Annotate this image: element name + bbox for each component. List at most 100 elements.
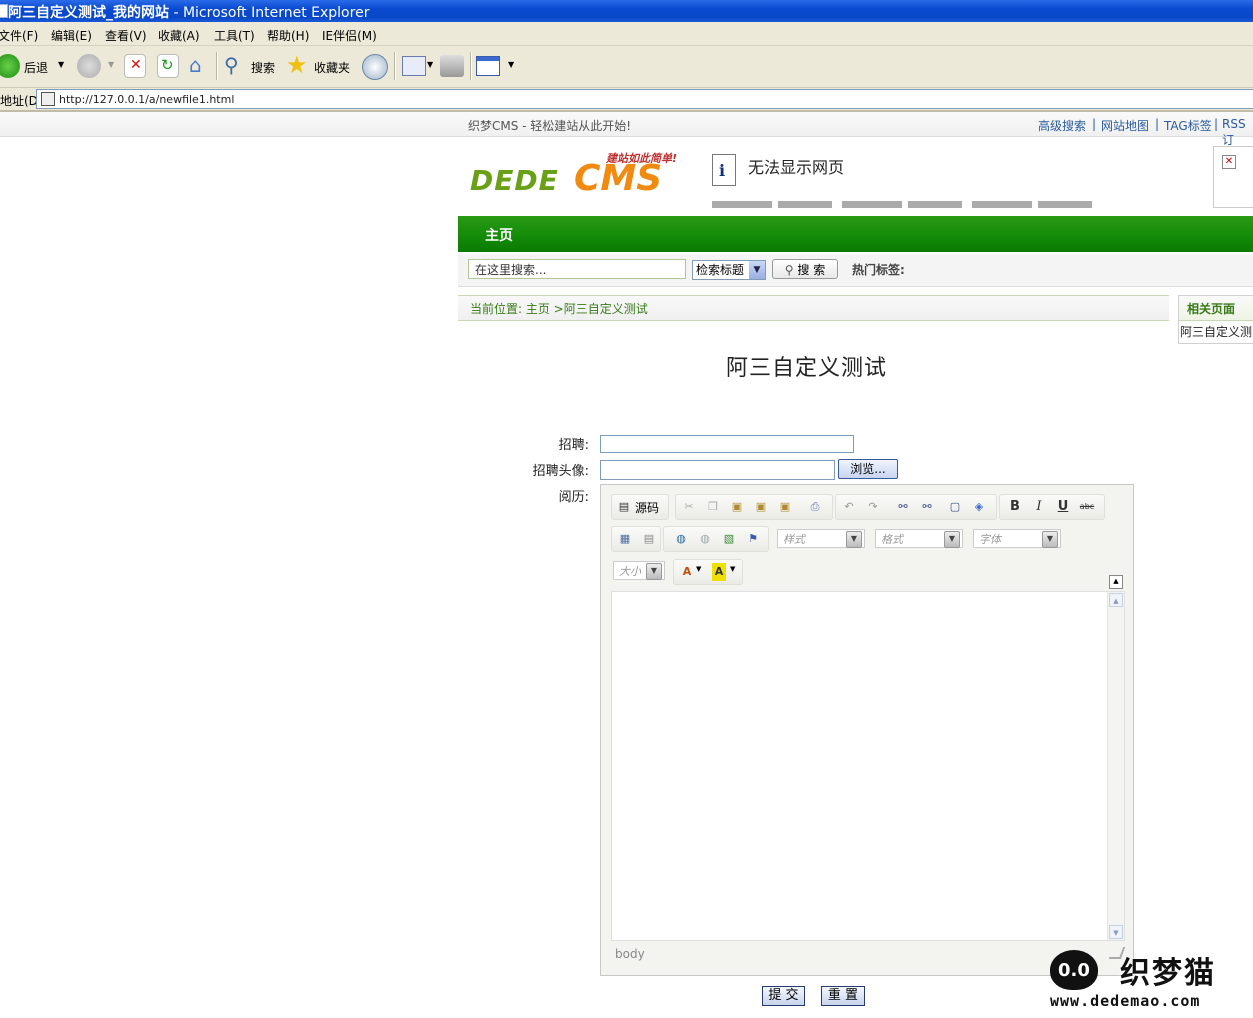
strikethrough-icon[interactable]: abc bbox=[1078, 498, 1096, 516]
mail-icon[interactable] bbox=[402, 56, 426, 76]
format-combo[interactable]: 格式 ▼ bbox=[875, 529, 963, 548]
menu-view[interactable]: 查看(V) bbox=[105, 27, 147, 44]
size-combo[interactable]: 大小 ▼ bbox=[613, 561, 665, 580]
breadcrumb-text[interactable]: 当前位置: 主页 >阿三自定义测试 bbox=[470, 300, 648, 317]
paste-icon[interactable]: ▣ bbox=[728, 498, 746, 516]
copy-icon[interactable]: ❐ bbox=[704, 498, 722, 516]
find-icon[interactable]: ⚯ bbox=[894, 498, 912, 516]
logo-dede-text: DEDE bbox=[470, 164, 559, 197]
favorites-button-label[interactable]: 收藏夹 bbox=[314, 59, 350, 76]
banner-error-frame: i 无法显示网页 bbox=[708, 150, 1108, 208]
history-icon[interactable] bbox=[362, 54, 388, 80]
redo-icon[interactable]: ↷ bbox=[864, 498, 882, 516]
font-combo[interactable]: 字体 ▼ bbox=[973, 529, 1061, 548]
advanced-search-link[interactable]: 高级搜索 bbox=[1038, 117, 1086, 134]
refresh-icon[interactable]: ↻ bbox=[157, 54, 179, 78]
reset-button[interactable]: 重 置 bbox=[821, 986, 865, 1006]
cut-off-text bbox=[712, 201, 1102, 208]
toolbar-separator bbox=[216, 52, 218, 80]
edit-page-icon[interactable] bbox=[476, 56, 500, 76]
editor-style-group: B I U abc bbox=[999, 494, 1105, 520]
print-icon[interactable] bbox=[440, 55, 464, 77]
home-icon[interactable]: ⌂ bbox=[187, 53, 211, 78]
editor-color-group: A ▼ A ▼ bbox=[673, 559, 743, 585]
mail-dropdown-icon[interactable]: ▼ bbox=[427, 60, 433, 69]
table-icon[interactable]: ▦ bbox=[616, 530, 634, 548]
tag-link[interactable]: TAG标签 bbox=[1164, 117, 1212, 134]
link-icon[interactable]: ◍ bbox=[672, 530, 690, 548]
nav-home[interactable]: 主页 bbox=[485, 225, 513, 245]
scroll-down-icon[interactable]: ▼ bbox=[1109, 925, 1123, 939]
style-combo[interactable]: 样式 ▼ bbox=[777, 529, 865, 548]
chevron-down-icon[interactable]: ▼ bbox=[846, 531, 862, 548]
field-avatar-file-input[interactable] bbox=[600, 460, 835, 480]
unlink-icon[interactable]: ◍ bbox=[696, 530, 714, 548]
source-button-label[interactable]: 源码 bbox=[635, 499, 659, 516]
bg-color-dropdown-icon[interactable]: ▼ bbox=[730, 565, 735, 573]
menu-favorites[interactable]: 收藏(A) bbox=[158, 27, 200, 44]
site-logo[interactable]: 建站如此简单! DEDE CMS bbox=[470, 150, 685, 202]
back-button-label[interactable]: 后退 bbox=[24, 59, 48, 76]
address-url[interactable]: http://127.0.0.1/a/newfile1.html bbox=[59, 93, 234, 106]
cut-icon[interactable]: ✂ bbox=[680, 498, 698, 516]
text-color-dropdown-icon[interactable]: ▼ bbox=[696, 565, 701, 573]
address-field[interactable]: http://127.0.0.1/a/newfile1.html bbox=[36, 89, 1253, 109]
select-all-icon[interactable]: ▢ bbox=[946, 498, 964, 516]
menu-ie-companion[interactable]: IE伴侣(M) bbox=[322, 27, 377, 44]
search-icon[interactable]: ⚲ bbox=[224, 53, 246, 77]
related-page-link[interactable]: 阿三自定义测 bbox=[1180, 323, 1252, 340]
site-top-strip: 织梦CMS - 轻松建站从此开始! 高级搜索 | 网站地图 | TAG标签 | … bbox=[0, 112, 1253, 147]
menu-edit[interactable]: 编辑(E) bbox=[51, 27, 92, 44]
search-type-select[interactable]: 检索标题 ▼ bbox=[692, 260, 766, 280]
editor-edit-group: ↶ ↷ ⚯ ⚯ ▢ ◈ bbox=[835, 494, 997, 520]
favorites-star-icon[interactable]: ★ bbox=[286, 51, 310, 79]
dedemao-watermark: 0.0 织梦猫 www.dedemao.com bbox=[1044, 944, 1253, 1018]
paste-word-icon[interactable]: ▣ bbox=[776, 498, 794, 516]
text-color-icon[interactable]: A bbox=[678, 563, 696, 581]
search-button-label[interactable]: 搜索 bbox=[251, 59, 275, 76]
source-icon[interactable]: ▤ bbox=[615, 498, 633, 516]
chevron-down-icon[interactable]: ▼ bbox=[1042, 531, 1058, 548]
sitemap-link[interactable]: 网站地图 bbox=[1101, 117, 1149, 134]
italic-icon[interactable]: I bbox=[1030, 498, 1048, 516]
submit-button[interactable]: 提 交 bbox=[762, 986, 805, 1006]
stop-icon[interactable]: ✕ bbox=[124, 54, 146, 78]
forward-dropdown-icon[interactable]: ▼ bbox=[108, 60, 114, 69]
menu-file[interactable]: 文件(F) bbox=[0, 27, 38, 44]
site-search-button[interactable]: ⚲ 搜 索 bbox=[772, 259, 838, 279]
collapse-toolbar-icon[interactable]: ▲ bbox=[1109, 575, 1123, 589]
chevron-down-icon[interactable]: ▼ bbox=[646, 563, 662, 580]
menu-help[interactable]: 帮助(H) bbox=[267, 27, 309, 44]
remove-format-icon[interactable]: ◈ bbox=[970, 498, 988, 516]
print-icon[interactable]: ⎙ bbox=[806, 498, 824, 516]
watermark-name: 织梦猫 bbox=[1120, 956, 1216, 991]
back-arrow-icon[interactable] bbox=[0, 54, 20, 78]
related-pages-box: 相关页面 阿三自定义测 bbox=[1178, 295, 1253, 344]
chevron-down-icon[interactable]: ▼ bbox=[944, 531, 960, 548]
underline-icon[interactable]: U bbox=[1054, 498, 1072, 516]
rss-link[interactable]: RSS订 bbox=[1222, 117, 1253, 148]
editor-clipboard-group: ✂ ❐ ▣ ▣ ▣ ⎙ bbox=[675, 494, 833, 520]
search-icon: ⚲ bbox=[784, 263, 794, 277]
anchor-flag-icon[interactable]: ⚑ bbox=[744, 530, 762, 548]
bold-icon[interactable]: B bbox=[1006, 498, 1024, 516]
browse-button[interactable]: 浏览... bbox=[838, 459, 898, 479]
site-search-input[interactable]: 在这里搜索... bbox=[468, 259, 686, 279]
undo-icon[interactable]: ↶ bbox=[840, 498, 858, 516]
chevron-down-icon[interactable]: ▼ bbox=[749, 261, 765, 279]
replace-icon[interactable]: ⚯ bbox=[918, 498, 936, 516]
horizontal-rule-icon[interactable]: ▤ bbox=[640, 530, 658, 548]
back-dropdown-icon[interactable]: ▼ bbox=[58, 60, 64, 69]
edit-dropdown-icon[interactable]: ▼ bbox=[508, 60, 514, 69]
error-message: 无法显示网页 bbox=[748, 158, 845, 177]
menu-tools[interactable]: 工具(T) bbox=[214, 27, 255, 44]
forward-arrow-icon[interactable] bbox=[77, 54, 101, 78]
paste-text-icon[interactable]: ▣ bbox=[752, 498, 770, 516]
field-recruit-input[interactable] bbox=[600, 435, 854, 453]
bg-color-icon[interactable]: A bbox=[712, 563, 726, 581]
editor-scrollbar[interactable]: ▲ ▼ bbox=[1107, 592, 1124, 940]
scroll-up-icon[interactable]: ▲ bbox=[1109, 593, 1123, 607]
main-nav: 主页 bbox=[458, 216, 1253, 252]
image-icon[interactable]: ▧ bbox=[720, 530, 738, 548]
editor-content-area[interactable]: ▲ ▼ bbox=[611, 591, 1125, 941]
